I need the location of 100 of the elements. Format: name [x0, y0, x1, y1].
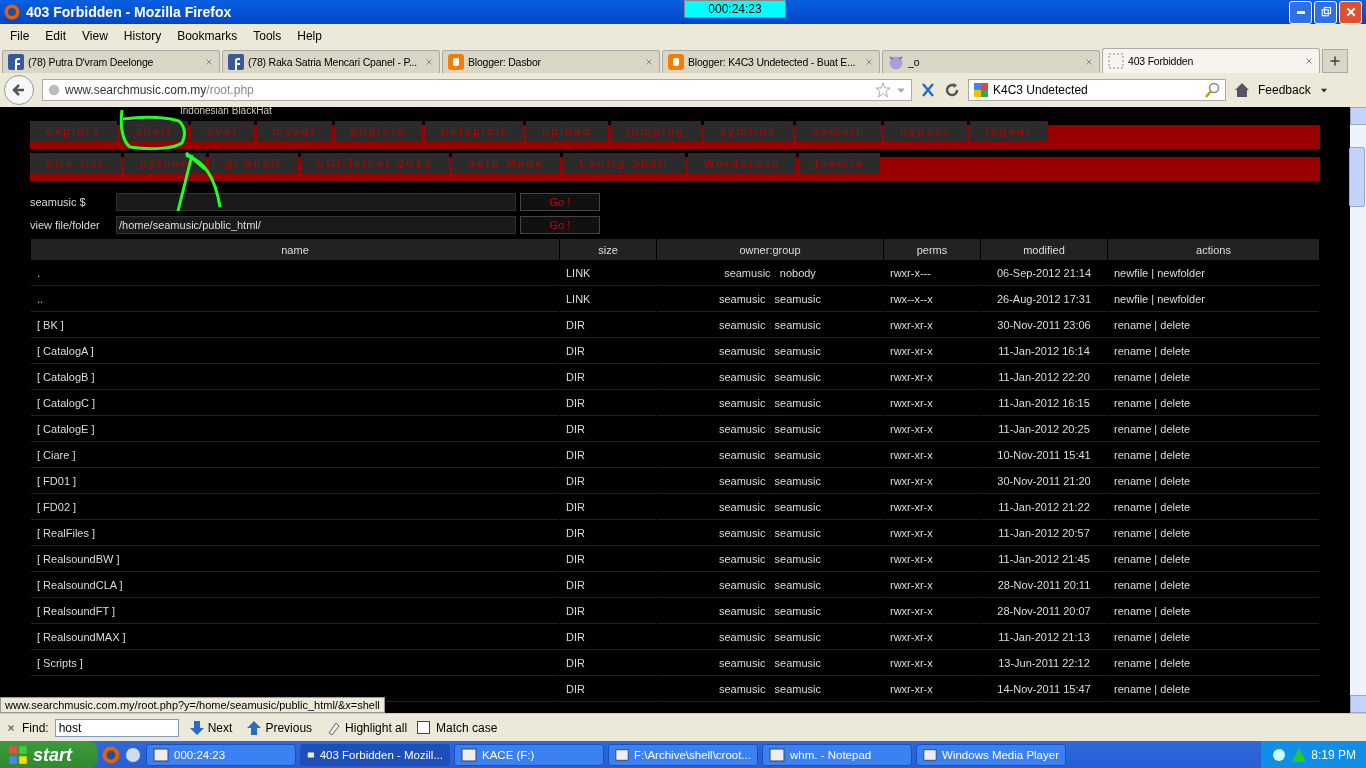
search-field[interactable]: K4C3 Undetected: [968, 79, 1226, 101]
name-cell[interactable]: [ FD01 ]: [31, 469, 559, 494]
input-field[interactable]: [116, 193, 516, 211]
actions-cell[interactable]: rename | delete: [1108, 651, 1319, 676]
menu-item[interactable]: Bookmarks: [169, 28, 246, 43]
taskbar-item[interactable]: 403 Forbidden - Mozill...: [300, 744, 450, 766]
actions-cell[interactable]: rename | delete: [1108, 417, 1319, 442]
perms-cell[interactable]: rwxr-xr-x: [884, 469, 980, 494]
owner-cell: seamusic : seamusic: [657, 573, 883, 598]
find-field[interactable]: host: [54, 718, 179, 737]
menu-item[interactable]: History: [115, 28, 170, 43]
actions-cell[interactable]: rename | delete: [1108, 573, 1319, 598]
perms-cell[interactable]: rwxr-xr-x: [884, 625, 980, 650]
new-tab-button[interactable]: [1322, 49, 1348, 73]
owner-cell: seamusic : seamusic: [657, 651, 883, 676]
name-cell[interactable]: [ FD02 ]: [31, 495, 559, 520]
scrollbar[interactable]: [1350, 107, 1366, 713]
actions-cell[interactable]: rename | delete: [1108, 521, 1319, 546]
name-cell[interactable]: [ Scripts ]: [31, 651, 559, 676]
actions-cell[interactable]: rename | delete: [1108, 677, 1319, 702]
perms-cell[interactable]: rwxr-xr-x: [884, 339, 980, 364]
up-arrow-icon: [246, 719, 263, 736]
perms-cell[interactable]: rwxr-xr-x: [884, 391, 980, 416]
back-button[interactable]: [4, 75, 34, 105]
name-cell[interactable]: [ CatalogA ]: [31, 339, 559, 364]
perms-cell[interactable]: rwxr-xr-x: [884, 443, 980, 468]
actions-cell[interactable]: newfile | newfolder: [1108, 287, 1319, 312]
name-cell[interactable]: [ RealsoundCLA ]: [31, 573, 559, 598]
perms-cell[interactable]: rwxr-xr-x: [884, 521, 980, 546]
browser-tab[interactable]: _o: [882, 50, 1100, 73]
browser-tab[interactable]: (78) Putra D'vram Deelonge: [2, 50, 220, 73]
actions-cell[interactable]: rename | delete: [1108, 313, 1319, 338]
close-button[interactable]: [1339, 0, 1362, 24]
name-cell[interactable]: [ CatalogC ]: [31, 391, 559, 416]
modified-cell: 11-Jan-2012 21:13: [981, 625, 1107, 650]
perms-cell[interactable]: rwxr-xr-x: [884, 495, 980, 520]
minimize-button[interactable]: [1289, 0, 1312, 24]
perms-cell[interactable]: rwx--x--x: [884, 287, 980, 312]
address-bar[interactable]: www.searchmusic.com.my/root.php: [42, 79, 912, 101]
perms-cell[interactable]: rwxr-xr-x: [884, 599, 980, 624]
scroll-thumb[interactable]: [1349, 147, 1365, 207]
taskbar-item[interactable]: KACE (F:): [454, 744, 604, 766]
actions-cell[interactable]: newfile | newfolder: [1108, 261, 1319, 286]
menu-item[interactable]: Edit: [37, 28, 75, 43]
name-cell[interactable]: [ RealsoundBW ]: [31, 547, 559, 572]
name-cell[interactable]: [ CatalogB ]: [31, 365, 559, 390]
name-cell[interactable]: [ RealsoundMAX ]: [31, 625, 559, 650]
perms-cell[interactable]: rwxr-xr-x: [884, 417, 980, 442]
firefox-icon: [4, 4, 20, 20]
actions-cell[interactable]: rename | delete: [1108, 547, 1319, 572]
name-cell[interactable]: [ RealFiles ]: [31, 521, 559, 546]
actions-cell[interactable]: rename | delete: [1108, 365, 1319, 390]
browser-tab[interactable]: 403 Forbidden: [1102, 48, 1320, 73]
name-cell[interactable]: .: [31, 261, 559, 286]
google-icon: [973, 82, 989, 98]
menu-item[interactable]: Tools: [245, 28, 290, 43]
b-logo-icon: [668, 54, 684, 70]
taskbar-item[interactable]: Windows Media Player: [916, 744, 1066, 766]
owner-cell: seamusic : seamusic: [657, 469, 883, 494]
menu-item[interactable]: View: [74, 28, 116, 43]
perms-cell[interactable]: rwxr-x---: [884, 261, 980, 286]
taskbar-item[interactable]: F:\Archive\shell\croot...: [608, 744, 758, 766]
taskbar-item[interactable]: whm. - Notepad: [762, 744, 912, 766]
perms-cell[interactable]: rwxr-xr-x: [884, 547, 980, 572]
input-field[interactable]: /home/seamusic/public_html/: [116, 216, 516, 234]
previous-button[interactable]: Previous: [242, 719, 317, 736]
actions-cell[interactable]: rename | delete: [1108, 625, 1319, 650]
name-cell[interactable]: [ BK ]: [31, 313, 559, 338]
menu-item[interactable]: File: [2, 28, 38, 43]
menu-item[interactable]: Help: [289, 28, 330, 43]
match-case-checkbox[interactable]: [417, 721, 431, 734]
feedback-menu[interactable]: Feedback: [1258, 83, 1311, 97]
browser-tab[interactable]: Blogger: Dasbor: [442, 50, 660, 73]
actions-cell[interactable]: rename | delete: [1108, 599, 1319, 624]
perms-cell[interactable]: rwxr-xr-x: [884, 573, 980, 598]
size-cell: DIR: [560, 417, 656, 442]
actions-cell[interactable]: rename | delete: [1108, 339, 1319, 364]
restore-button[interactable]: [1314, 0, 1337, 24]
actions-cell[interactable]: rename | delete: [1108, 469, 1319, 494]
name-cell[interactable]: [ Ciare ]: [31, 443, 559, 468]
owner-cell: seamusic : seamusic: [657, 625, 883, 650]
size-cell: LINK: [560, 261, 656, 286]
perms-cell[interactable]: rwxr-xr-x: [884, 313, 980, 338]
start-button[interactable]: start: [0, 741, 98, 768]
actions-cell[interactable]: rename | delete: [1108, 495, 1319, 520]
perms-cell[interactable]: rwxr-xr-x: [884, 677, 980, 702]
close-icon: [424, 57, 434, 67]
name-cell[interactable]: [ CatalogE ]: [31, 417, 559, 442]
perms-cell[interactable]: rwxr-xr-x: [884, 651, 980, 676]
browser-tab[interactable]: Blogger: K4C3 Undetected - Buat E...: [662, 50, 880, 73]
window-title: 403 Forbidden - Mozilla Firefox: [26, 4, 232, 20]
actions-cell[interactable]: rename | delete: [1108, 391, 1319, 416]
actions-cell[interactable]: rename | delete: [1108, 443, 1319, 468]
next-button[interactable]: Next: [184, 719, 237, 736]
taskbar-item[interactable]: 000:24:23: [146, 744, 296, 766]
name-cell[interactable]: [ RealsoundFT ]: [31, 599, 559, 624]
perms-cell[interactable]: rwxr-xr-x: [884, 365, 980, 390]
browser-tab[interactable]: (78) Raka Satria Mencari Cpanel - P...: [222, 50, 440, 73]
highlight-all-button[interactable]: Highlight all: [322, 719, 412, 736]
name-cell[interactable]: ..: [31, 287, 559, 312]
